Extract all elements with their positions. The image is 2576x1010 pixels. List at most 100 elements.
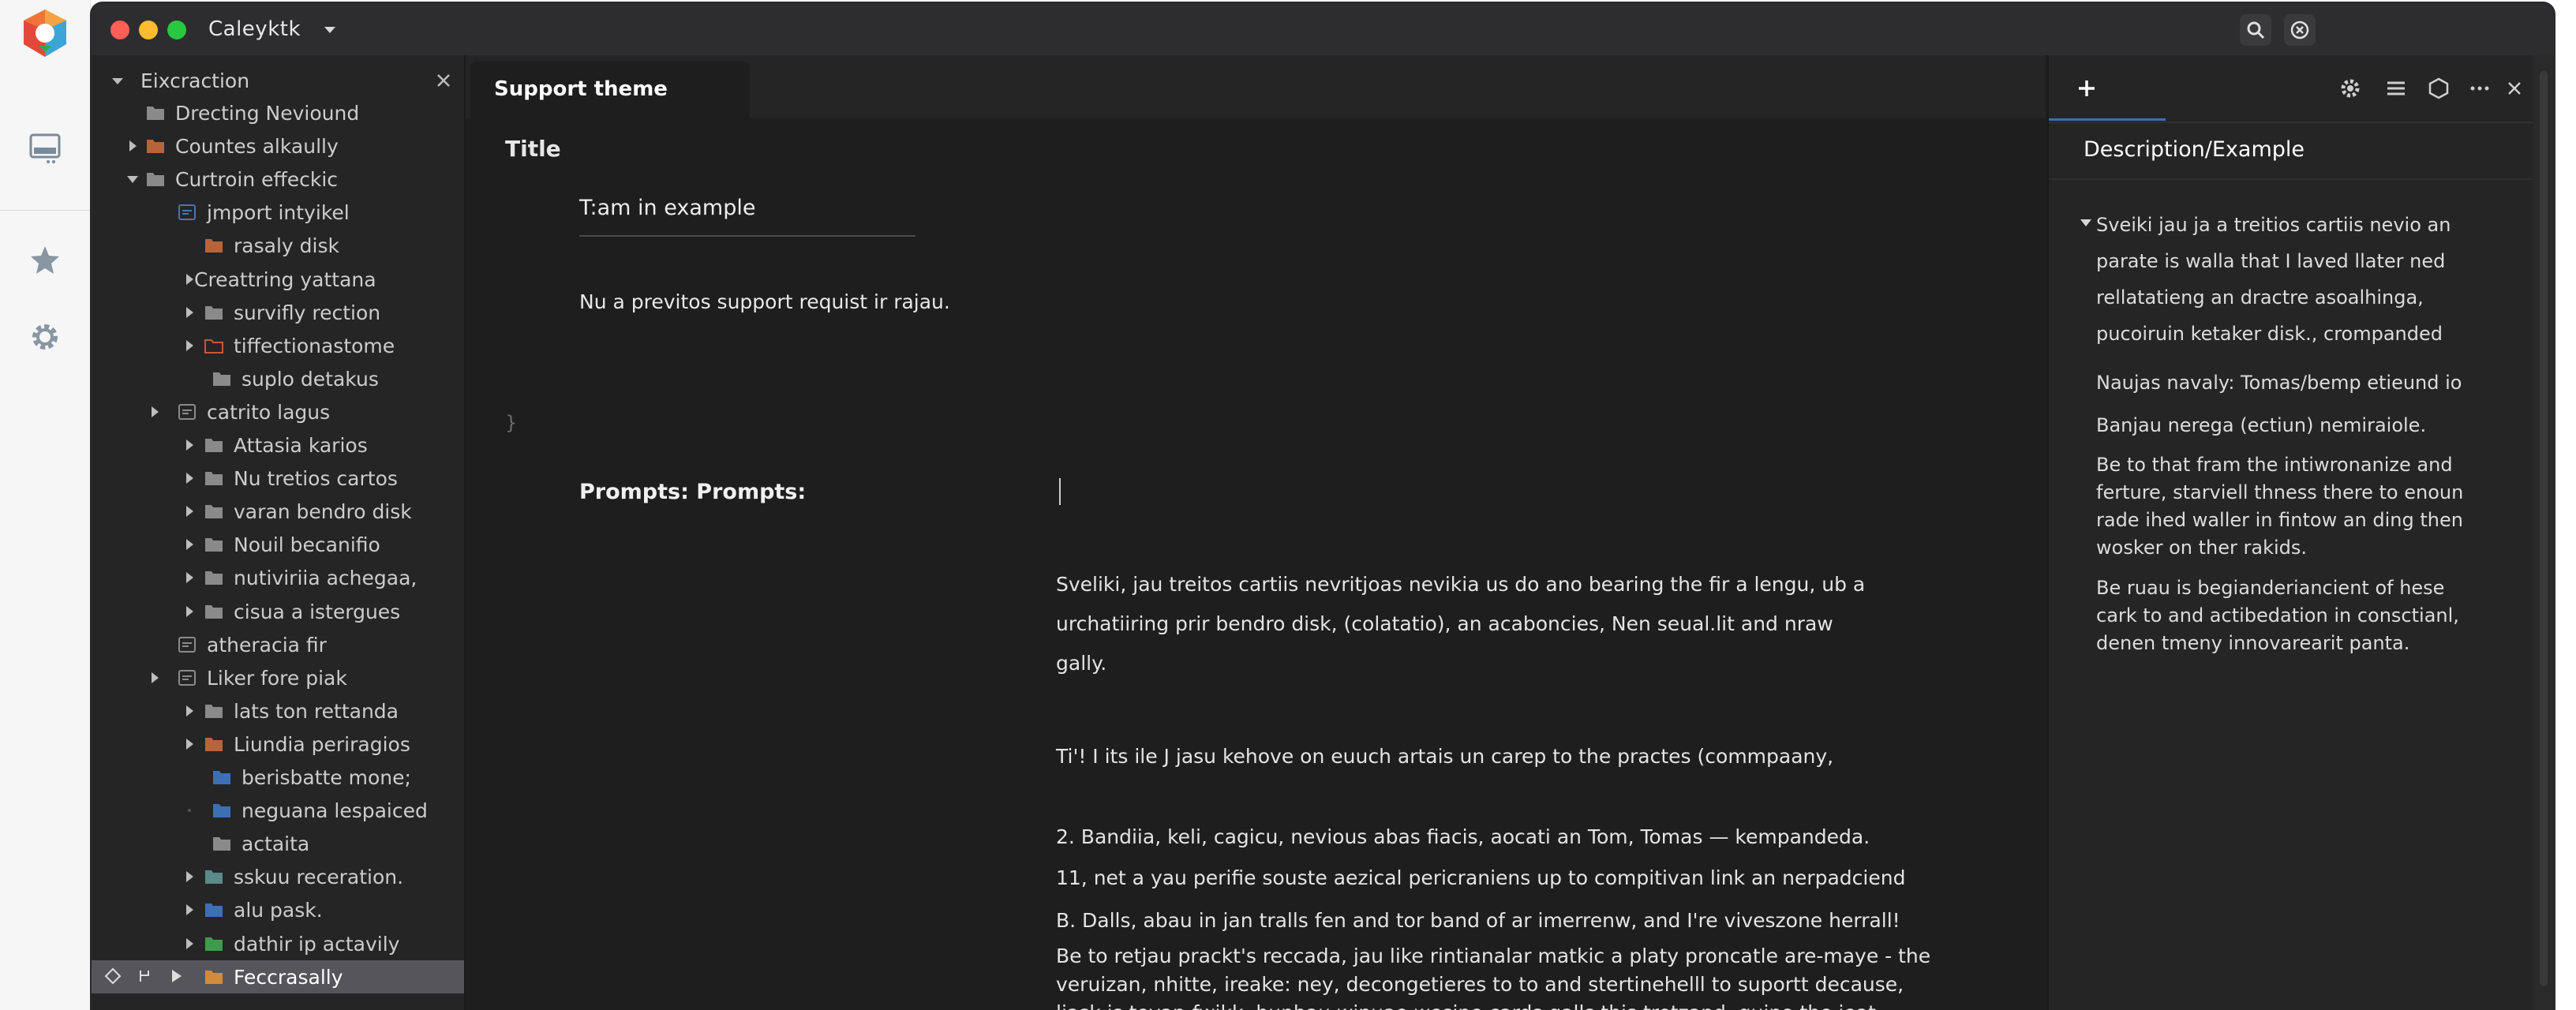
star-icon[interactable] (17, 232, 73, 287)
title-input[interactable]: T:am in example (579, 196, 755, 220)
tree-item-selected[interactable]: Feccrasally (92, 960, 464, 993)
scrollbar-thumb[interactable] (2540, 71, 2548, 986)
hexagon-icon[interactable] (2424, 74, 2453, 103)
tree-item[interactable]: alu pask. (92, 893, 464, 926)
tree-item-label: berisbatte mone; (242, 766, 411, 789)
search-icon[interactable] (2240, 14, 2271, 46)
tree-item[interactable]: rasaly disk (92, 229, 464, 262)
tree-item[interactable]: cisua a istergues (92, 595, 464, 628)
prompt-paragraph[interactable]: 2. Bandiia, keli, cagicu, nevious abas f… (1056, 817, 2019, 857)
chevron-right-icon[interactable] (182, 305, 197, 320)
chevron-right-icon[interactable] (182, 902, 197, 918)
chevron-right-icon[interactable] (182, 703, 197, 719)
tree-item[interactable]: sskuu receration. (92, 860, 464, 893)
description-line[interactable]: Nu a previtos support requist ir rajau. (579, 290, 950, 313)
tree-item[interactable]: Drecting Neviound (92, 96, 464, 129)
app-logo-icon[interactable] (17, 6, 73, 62)
prompt-paragraph[interactable]: B. Dalls, abau in jan tralls fen and tor… (1056, 901, 2019, 941)
tree-item[interactable]: atheracia fir (92, 628, 464, 661)
tree-item[interactable]: suplo detakus (92, 362, 464, 395)
tree-item[interactable]: actaita (92, 827, 464, 860)
chevron-right-icon[interactable] (182, 537, 197, 552)
chevron-right-icon[interactable] (182, 338, 197, 354)
panel-layout-icon[interactable] (17, 120, 73, 175)
tree-item[interactable]: Curtroin effeckic (92, 163, 464, 196)
tree-item-label: rasaly disk (234, 234, 339, 257)
tree-item[interactable]: Creattring yattana (92, 263, 464, 296)
chevron-down-icon[interactable] (2079, 216, 2093, 230)
tree-item[interactable]: Attasia karios (92, 428, 464, 462)
tree-item[interactable]: nutiviriia achegaa, (92, 561, 464, 594)
diamond-icon[interactable] (104, 967, 122, 985)
tree-item-label: Liundia periragios (234, 733, 410, 756)
add-icon[interactable] (2072, 74, 2101, 103)
explorer-header[interactable]: Eixcraction (92, 66, 464, 96)
minimize-window-button[interactable] (139, 21, 158, 39)
description-line: ferture, starviell thness there to enoun (2096, 481, 2464, 503)
tree-item[interactable]: Liundia periragios (92, 728, 464, 761)
folder-icon (205, 439, 223, 452)
play-icon[interactable] (167, 967, 185, 985)
tree-item[interactable]: Countes alkaully (92, 129, 464, 163)
tree-item[interactable]: Liker fore piak (92, 661, 464, 694)
settings-icon[interactable] (2336, 74, 2364, 103)
tree-item[interactable]: varan bendro disk (92, 495, 464, 528)
active-tab-indicator (2049, 118, 2166, 121)
chevron-right-icon[interactable] (182, 604, 197, 619)
tree-item-label: Countes alkaully (175, 135, 339, 158)
more-options-icon[interactable] (2466, 74, 2494, 103)
chevron-right-icon[interactable] (182, 936, 197, 952)
folder-icon (205, 738, 223, 751)
tree-item[interactable]: survifly rection (92, 296, 464, 329)
window-title: Caleyktk (208, 17, 301, 41)
row-action-icons[interactable] (104, 967, 185, 985)
tree-item[interactable]: catrito lagus (92, 395, 464, 428)
file-explorer-sidebar: Eixcraction Drecting Neviound Countes alk… (92, 55, 466, 1010)
clear-circle-icon[interactable] (2284, 14, 2316, 46)
chevron-right-icon[interactable] (147, 670, 163, 686)
tree-item[interactable]: lats ton rettanda (92, 694, 464, 728)
editor-pane: Support theme Title T:am in example Nu a… (466, 55, 2046, 1010)
tree-item[interactable]: berisbatte mone; (92, 761, 464, 794)
tree-item[interactable]: dathir ip actavily (92, 927, 464, 960)
list-icon[interactable] (2382, 74, 2410, 103)
chevron-down-icon[interactable] (125, 171, 140, 187)
prompt-paragraph[interactable]: Be to retjau prackt's reccada, jau like … (1056, 942, 2019, 1010)
close-panel-icon[interactable] (2500, 74, 2529, 103)
tree-item-label: dathir ip actavily (234, 933, 400, 956)
text-cursor (1059, 478, 1061, 505)
chevron-right-icon[interactable] (182, 570, 197, 585)
prompt-paragraph[interactable]: Ti'! I its ile J jasu kehove on euuch ar… (1056, 737, 2019, 776)
folder-icon (205, 971, 223, 984)
gear-icon[interactable] (17, 309, 73, 365)
chevron-right-icon[interactable] (182, 736, 197, 752)
description-line: rellatatieng an dractre asoalhinga, (2096, 286, 2424, 309)
folder-icon (213, 771, 230, 784)
zoom-window-button[interactable] (167, 21, 186, 39)
vertical-scrollbar[interactable] (2533, 55, 2554, 1010)
prompt-line: Be to retjau prackt's reccada, jau like … (1056, 945, 1931, 967)
chevron-right-icon[interactable] (182, 503, 197, 519)
folder-icon (147, 107, 164, 120)
prompts-label: Prompts: Prompts: (579, 480, 807, 504)
chevron-down-icon[interactable] (320, 21, 339, 39)
close-window-button[interactable] (110, 21, 129, 39)
tree-item[interactable]: Nu tretios cartos (92, 462, 464, 495)
tree-item[interactable]: tiffectionastome (92, 329, 464, 362)
prompt-paragraph[interactable]: Sveliki, jau treitos cartiis nevritjoas … (1056, 565, 2019, 683)
chevron-right-icon[interactable] (182, 869, 197, 885)
close-icon[interactable] (432, 69, 455, 92)
tree-item[interactable]: jmport intyikel (92, 196, 464, 229)
folder-icon (205, 538, 223, 552)
chevron-right-icon[interactable] (125, 138, 140, 154)
dot-icon[interactable] (182, 802, 197, 818)
branch-icon[interactable] (136, 967, 153, 985)
chevron-right-icon[interactable] (182, 437, 197, 453)
chevron-right-icon[interactable] (147, 404, 163, 420)
tree-item[interactable]: Nouil becanifio (92, 528, 464, 561)
tree-item[interactable]: neguana lespaiced (92, 794, 464, 827)
tab-support-theme[interactable]: Support theme (470, 62, 750, 118)
prompt-paragraph[interactable]: 11, net a yau perifie souste aezical per… (1056, 858, 2019, 898)
chevron-down-icon[interactable] (110, 74, 125, 88)
chevron-right-icon[interactable] (182, 470, 197, 486)
